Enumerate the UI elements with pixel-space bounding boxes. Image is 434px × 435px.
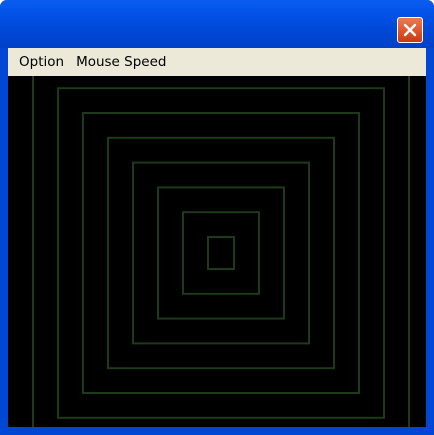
window-frame-right <box>426 48 434 435</box>
concentric-square <box>207 236 235 270</box>
close-button[interactable] <box>397 17 423 43</box>
concentric-square <box>107 136 335 370</box>
window-frame-left <box>0 48 8 435</box>
concentric-square <box>32 76 410 427</box>
menu-bar: Option Mouse Speed <box>8 48 426 76</box>
menu-mouse-speed[interactable]: Mouse Speed <box>70 51 172 73</box>
close-x-icon <box>403 23 417 37</box>
application-window: Option Mouse Speed <box>0 0 434 435</box>
title-bar[interactable] <box>0 0 434 48</box>
window-frame-bottom <box>0 427 434 435</box>
concentric-square <box>82 112 360 394</box>
concentric-square <box>157 186 285 320</box>
concentric-square <box>182 211 260 295</box>
concentric-squares-drawing <box>8 76 426 427</box>
concentric-square <box>132 161 310 345</box>
drawing-canvas[interactable] <box>8 76 426 427</box>
menu-option[interactable]: Option <box>13 51 70 73</box>
